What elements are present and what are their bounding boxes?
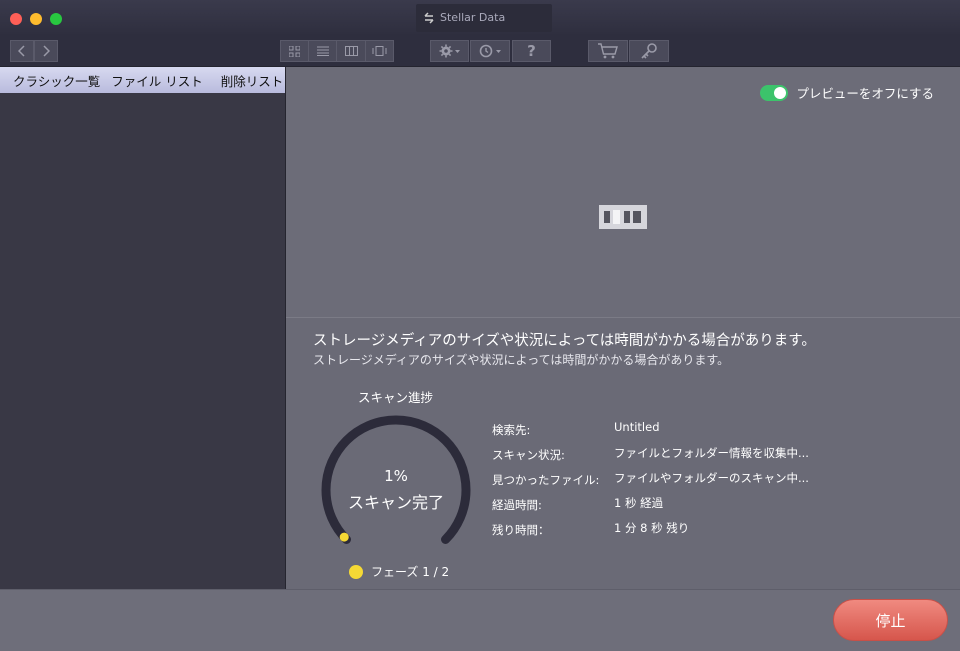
column-view-icon bbox=[344, 46, 358, 56]
gauge-progress-marker bbox=[339, 532, 349, 542]
chevron-left-icon bbox=[18, 45, 25, 57]
close-window-button[interactable] bbox=[10, 13, 22, 25]
tab-deleted-list[interactable]: 削除リスト bbox=[221, 71, 284, 90]
detail-key: スキャン状況: bbox=[492, 448, 565, 462]
coverflow-view-button[interactable] bbox=[365, 40, 394, 62]
scan-progress-title: スキャン進捗 bbox=[358, 390, 434, 405]
scan-percent: 1% bbox=[384, 467, 408, 485]
stop-button[interactable]: 停止 bbox=[833, 599, 948, 641]
stellar-logo-icon bbox=[424, 12, 434, 24]
coverflow-preview-icon bbox=[599, 205, 647, 229]
scan-message-primary: ストレージメディアのサイズや状況によっては時間がかかる場合があります。 bbox=[313, 333, 816, 349]
cart-icon bbox=[598, 43, 618, 59]
phase-label: フェーズ 1 / 2 bbox=[371, 565, 450, 579]
key-icon bbox=[641, 43, 657, 59]
toolbar: ? bbox=[0, 36, 960, 67]
maximize-window-button[interactable] bbox=[50, 13, 62, 25]
detail-key: 経過時間: bbox=[492, 498, 542, 512]
preview-toggle-label: プレビューをオフにする bbox=[796, 86, 934, 101]
scan-phase: フェーズ 1 / 2 bbox=[349, 563, 449, 580]
phase-indicator-dot bbox=[349, 564, 363, 579]
preview-toggle-row: プレビューをオフにする bbox=[760, 83, 934, 102]
tab-classic-list[interactable]: クラシック一覧 bbox=[13, 71, 100, 90]
detail-key: 見つかったファイル: bbox=[492, 473, 600, 487]
coverflow-view-icon bbox=[372, 46, 387, 56]
title-bar: Stellar Data Recovery bbox=[0, 0, 960, 52]
settings-button[interactable] bbox=[430, 40, 469, 62]
detail-key: 検索先: bbox=[492, 423, 531, 437]
detail-value: Untitled bbox=[614, 420, 660, 434]
column-view-button[interactable] bbox=[336, 40, 366, 62]
scan-complete-label: スキャン完了 bbox=[347, 493, 444, 512]
detail-value: 1 秒 経過 bbox=[614, 496, 664, 510]
grid-view-icon bbox=[289, 45, 300, 57]
history-button[interactable] bbox=[470, 40, 510, 62]
help-button[interactable]: ? bbox=[512, 40, 551, 62]
grid-view-button[interactable] bbox=[280, 40, 309, 62]
file-tree[interactable] bbox=[0, 93, 285, 589]
forward-button[interactable] bbox=[34, 40, 58, 62]
detail-value: ファイルとフォルダー情報を収集中... bbox=[614, 446, 809, 460]
detail-value: 1 分 8 秒 残り bbox=[614, 521, 690, 535]
list-view-icon bbox=[316, 46, 329, 56]
scan-message-secondary: ストレージメディアのサイズや状況によっては時間がかかる場合があります。 bbox=[313, 353, 730, 367]
view-tabs: クラシック一覧 ファイル リスト 削除リスト bbox=[0, 67, 285, 93]
chevron-right-icon bbox=[43, 45, 50, 57]
tab-file-list[interactable]: ファイル リスト bbox=[111, 71, 202, 90]
scan-info-panel: ストレージメディアのサイズや状況によっては時間がかかる場合があります。 ストレー… bbox=[286, 318, 960, 589]
preview-pane: プレビューをオフにする bbox=[286, 67, 960, 318]
detail-key: 残り時間： bbox=[492, 523, 550, 537]
activate-button[interactable] bbox=[629, 40, 669, 62]
bottom-bar: 停止 bbox=[0, 589, 960, 651]
history-icon bbox=[479, 44, 501, 58]
back-button[interactable] bbox=[10, 40, 34, 62]
minimize-window-button[interactable] bbox=[30, 13, 42, 25]
list-view-button[interactable] bbox=[308, 40, 337, 62]
left-panel: クラシック一覧 ファイル リスト 削除リスト bbox=[0, 67, 286, 589]
detail-value: ファイルやフォルダーのスキャン中... bbox=[614, 471, 809, 485]
app-title: Stellar Data Recovery bbox=[416, 4, 552, 52]
gear-icon bbox=[439, 44, 460, 58]
preview-toggle[interactable] bbox=[760, 84, 789, 101]
cart-button[interactable] bbox=[588, 40, 628, 62]
